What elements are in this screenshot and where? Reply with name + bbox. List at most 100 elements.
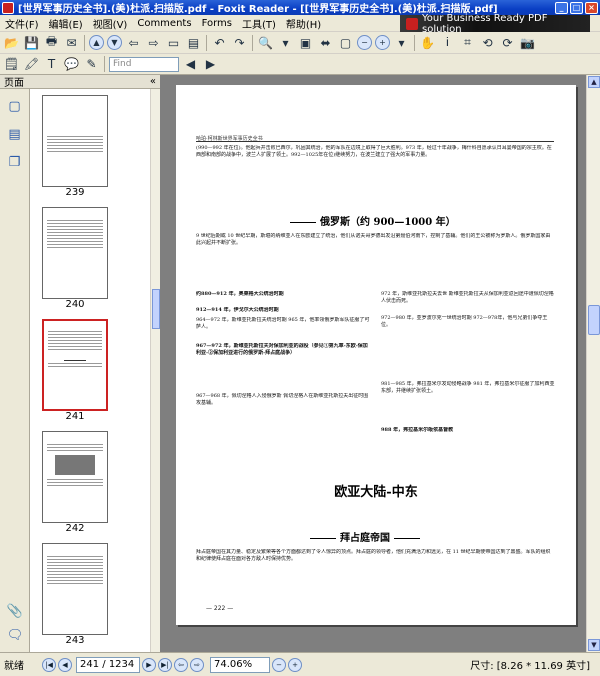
typewriter-icon[interactable]: T	[43, 56, 60, 73]
thumbnail-page-242[interactable]	[42, 431, 108, 523]
toolbar-separator	[104, 56, 105, 72]
note-icon[interactable]: 🗒	[3, 56, 20, 73]
panel-tabs: ▢ ▤ ❐ 📎 🗨	[0, 89, 30, 652]
thumbnail-scrollbar[interactable]	[150, 89, 160, 652]
single-page-icon[interactable]: ▭	[165, 34, 182, 51]
scroll-down-arrow-icon[interactable]: ▼	[588, 639, 600, 651]
save-icon[interactable]: 💾	[23, 34, 40, 51]
document-view[interactable]: 哈珀·柯林斯世界军事历史全书 (990—992 年在位)。他起兵并击败巴西尔，巩…	[160, 75, 600, 652]
collapse-panel-icon[interactable]: «	[150, 76, 156, 87]
camera-icon[interactable]: 📷	[519, 34, 536, 51]
comments-tab-icon[interactable]: 🗨	[4, 624, 26, 646]
left-column-entry: 967—968 年，佩切涅格人入侵俄罗斯 佩切涅格人在斯维亚托斯拉夫出征时围攻基…	[196, 393, 369, 406]
find-input[interactable]: Find	[109, 56, 179, 72]
undo-icon[interactable]: ↶	[211, 34, 228, 51]
thumbnail-page-240[interactable]	[42, 207, 108, 299]
scroll-down-icon[interactable]: ▼	[107, 35, 122, 50]
zoom-in-status-icon[interactable]: +	[288, 657, 302, 672]
highlight-icon[interactable]: 🖍	[23, 56, 40, 73]
promo-banner[interactable]: Your Business Ready PDF solution	[400, 13, 590, 35]
panel-title: 页面	[4, 78, 24, 89]
zoom-in-tool-icon[interactable]: 🔍	[257, 34, 274, 51]
forward-arrow-icon[interactable]: ⇨	[145, 34, 162, 51]
left-column-entry: 912—914 年，伊戈尔大公统治时期	[196, 307, 279, 313]
page-number-input[interactable]: 241 / 1234	[76, 656, 140, 673]
attachments-tab-icon[interactable]: 📎	[4, 600, 26, 622]
select-text-icon[interactable]: Ꭵ	[439, 34, 456, 51]
go-forward-icon[interactable]: ⇨	[190, 657, 204, 672]
zoom-out-icon[interactable]: −	[357, 35, 372, 50]
pdf-page: 哈珀·柯林斯世界军事历史全书 (990—992 年在位)。他起兵并击败巴西尔，巩…	[176, 85, 576, 625]
intro-paragraph: (990—992 年在位)。他起兵并击败巴西尔，巩固其统治，他的军队在边境上取得…	[196, 145, 552, 158]
back-arrow-icon[interactable]: ⇦	[125, 34, 142, 51]
previous-page-icon[interactable]: ◀	[58, 657, 72, 672]
status-bar: 就绪 |◀ ◀ 241 / 1234 ▶ ▶| ⇦ ⇨ 74.06% − + 尺…	[0, 652, 600, 676]
scroll-up-icon[interactable]: ▲	[89, 35, 104, 50]
menu-comments[interactable]: Comments	[132, 18, 196, 29]
section-title-text: 拜占庭帝国	[340, 533, 390, 544]
rotate-left-icon[interactable]: ⟲	[479, 34, 496, 51]
email-icon[interactable]: ✉	[63, 34, 80, 51]
last-page-icon[interactable]: ▶|	[158, 657, 172, 672]
pencil-icon[interactable]: ✎	[83, 56, 100, 73]
toolbar-separator	[206, 34, 207, 51]
chapter-title: 欧亚大陆-中东	[334, 485, 418, 500]
open-folder-icon[interactable]: 📂	[3, 34, 20, 51]
byzantine-paragraph: 拜占庭帝国在其力量、稳定及繁荣等各个方面都达到了令人惊异的顶点。拜占庭的领导者，…	[196, 549, 551, 562]
menu-forms[interactable]: Forms	[197, 18, 237, 29]
menu-view[interactable]: 视图(V)	[88, 16, 133, 31]
document-scrollbar[interactable]: ▲ ▼	[586, 75, 600, 652]
fit-width-icon[interactable]: ⬌	[317, 34, 334, 51]
find-previous-icon[interactable]: ◀	[182, 56, 199, 73]
status-text: 就绪	[4, 661, 24, 672]
app-icon[interactable]	[2, 1, 14, 14]
snapshot-icon[interactable]: ⌗	[459, 34, 476, 51]
document-scroll-thumb[interactable]	[588, 305, 600, 335]
layers-tab-icon[interactable]: ❐	[4, 151, 26, 173]
right-column-entry: 988 年，弗拉基米尔皈依基督教	[381, 427, 454, 433]
zoom-dropdown-icon[interactable]: ▾	[393, 34, 410, 51]
menu-edit[interactable]: 编辑(E)	[44, 16, 88, 31]
foxit-reader-window: [世界军事历史全书].(美)杜派.扫描版.pdf - Foxit Reader …	[0, 0, 600, 676]
left-column-entry: 967—972 年，斯维亚托斯拉夫对保加利亚的战役（参见①第九章-东欧-保加利亚…	[196, 343, 368, 356]
right-column-entry: 981—985 年，弗拉基米尔发动侵略战争 981 年，弗拉基米尔征服了加利西亚…	[381, 381, 555, 394]
dropdown-icon[interactable]: ▾	[277, 34, 294, 51]
hand-tool-icon[interactable]: ✋	[419, 34, 436, 51]
zoom-out-status-icon[interactable]: −	[272, 657, 286, 672]
menu-tools[interactable]: 工具(T)	[237, 16, 281, 31]
main-toolbar: 📂 💾 🖶 ✉ ▲ ▼ ⇦ ⇨ ▭ ▤ ↶ ↷ 🔍 ▾ ▣ ⬌ ▢ − + ▾ …	[0, 32, 600, 54]
comment-icon[interactable]: 💬	[63, 56, 80, 73]
fit-page-icon[interactable]: ▣	[297, 34, 314, 51]
russia-intro-paragraph: 9 世纪后期或 10 世纪早期，斯堪的纳维亚人在东欧建立了统治，他们从诺夫哥罗德…	[196, 233, 551, 246]
first-page-icon[interactable]: |◀	[42, 657, 56, 672]
bookmarks-tab-icon[interactable]: ▢	[4, 95, 26, 117]
actual-size-icon[interactable]: ▢	[337, 34, 354, 51]
right-column-entry: 972—980 年，亚罗波尔克一世统治时期 972—978年，他与兄弟们争夺王位…	[381, 315, 548, 328]
go-back-icon[interactable]: ⇦	[174, 657, 188, 672]
thumbnail-label: 240	[65, 299, 85, 310]
thumbnail-page-239[interactable]	[42, 95, 108, 187]
header-rule	[196, 141, 554, 142]
thumbnail-list[interactable]: 239 240 241 242 243	[30, 89, 160, 652]
zoom-input[interactable]: 74.06%	[210, 656, 270, 673]
pages-tab-icon[interactable]: ▤	[4, 123, 26, 145]
thumbnail-page-243[interactable]	[42, 543, 108, 635]
rotate-right-icon[interactable]: ⟳	[499, 34, 516, 51]
menu-help[interactable]: 帮助(H)	[281, 16, 326, 31]
thumbnail-label: 239	[65, 187, 85, 198]
toolbar-separator	[84, 34, 85, 51]
next-page-icon[interactable]: ▶	[142, 657, 156, 672]
foxit-logo-icon	[406, 17, 418, 30]
thumbnail-scroll-thumb[interactable]	[152, 289, 160, 329]
menu-file[interactable]: 文件(F)	[0, 16, 44, 31]
zoom-in-icon[interactable]: +	[375, 35, 390, 50]
continuous-page-icon[interactable]: ▤	[185, 34, 202, 51]
panel-header: 页面 «	[0, 75, 160, 89]
print-icon[interactable]: 🖶	[43, 34, 60, 51]
scroll-up-arrow-icon[interactable]: ▲	[588, 76, 600, 88]
redo-icon[interactable]: ↷	[231, 34, 248, 51]
thumbnail-page-241[interactable]	[42, 319, 108, 411]
section-title-byzantine: 拜占庭帝国	[306, 529, 424, 544]
find-next-icon[interactable]: ▶	[202, 56, 219, 73]
left-column-entry: 964—972 年，斯维亚托斯拉夫统治时期 965 年，他率领俄罗斯军队征服了可…	[196, 317, 370, 330]
